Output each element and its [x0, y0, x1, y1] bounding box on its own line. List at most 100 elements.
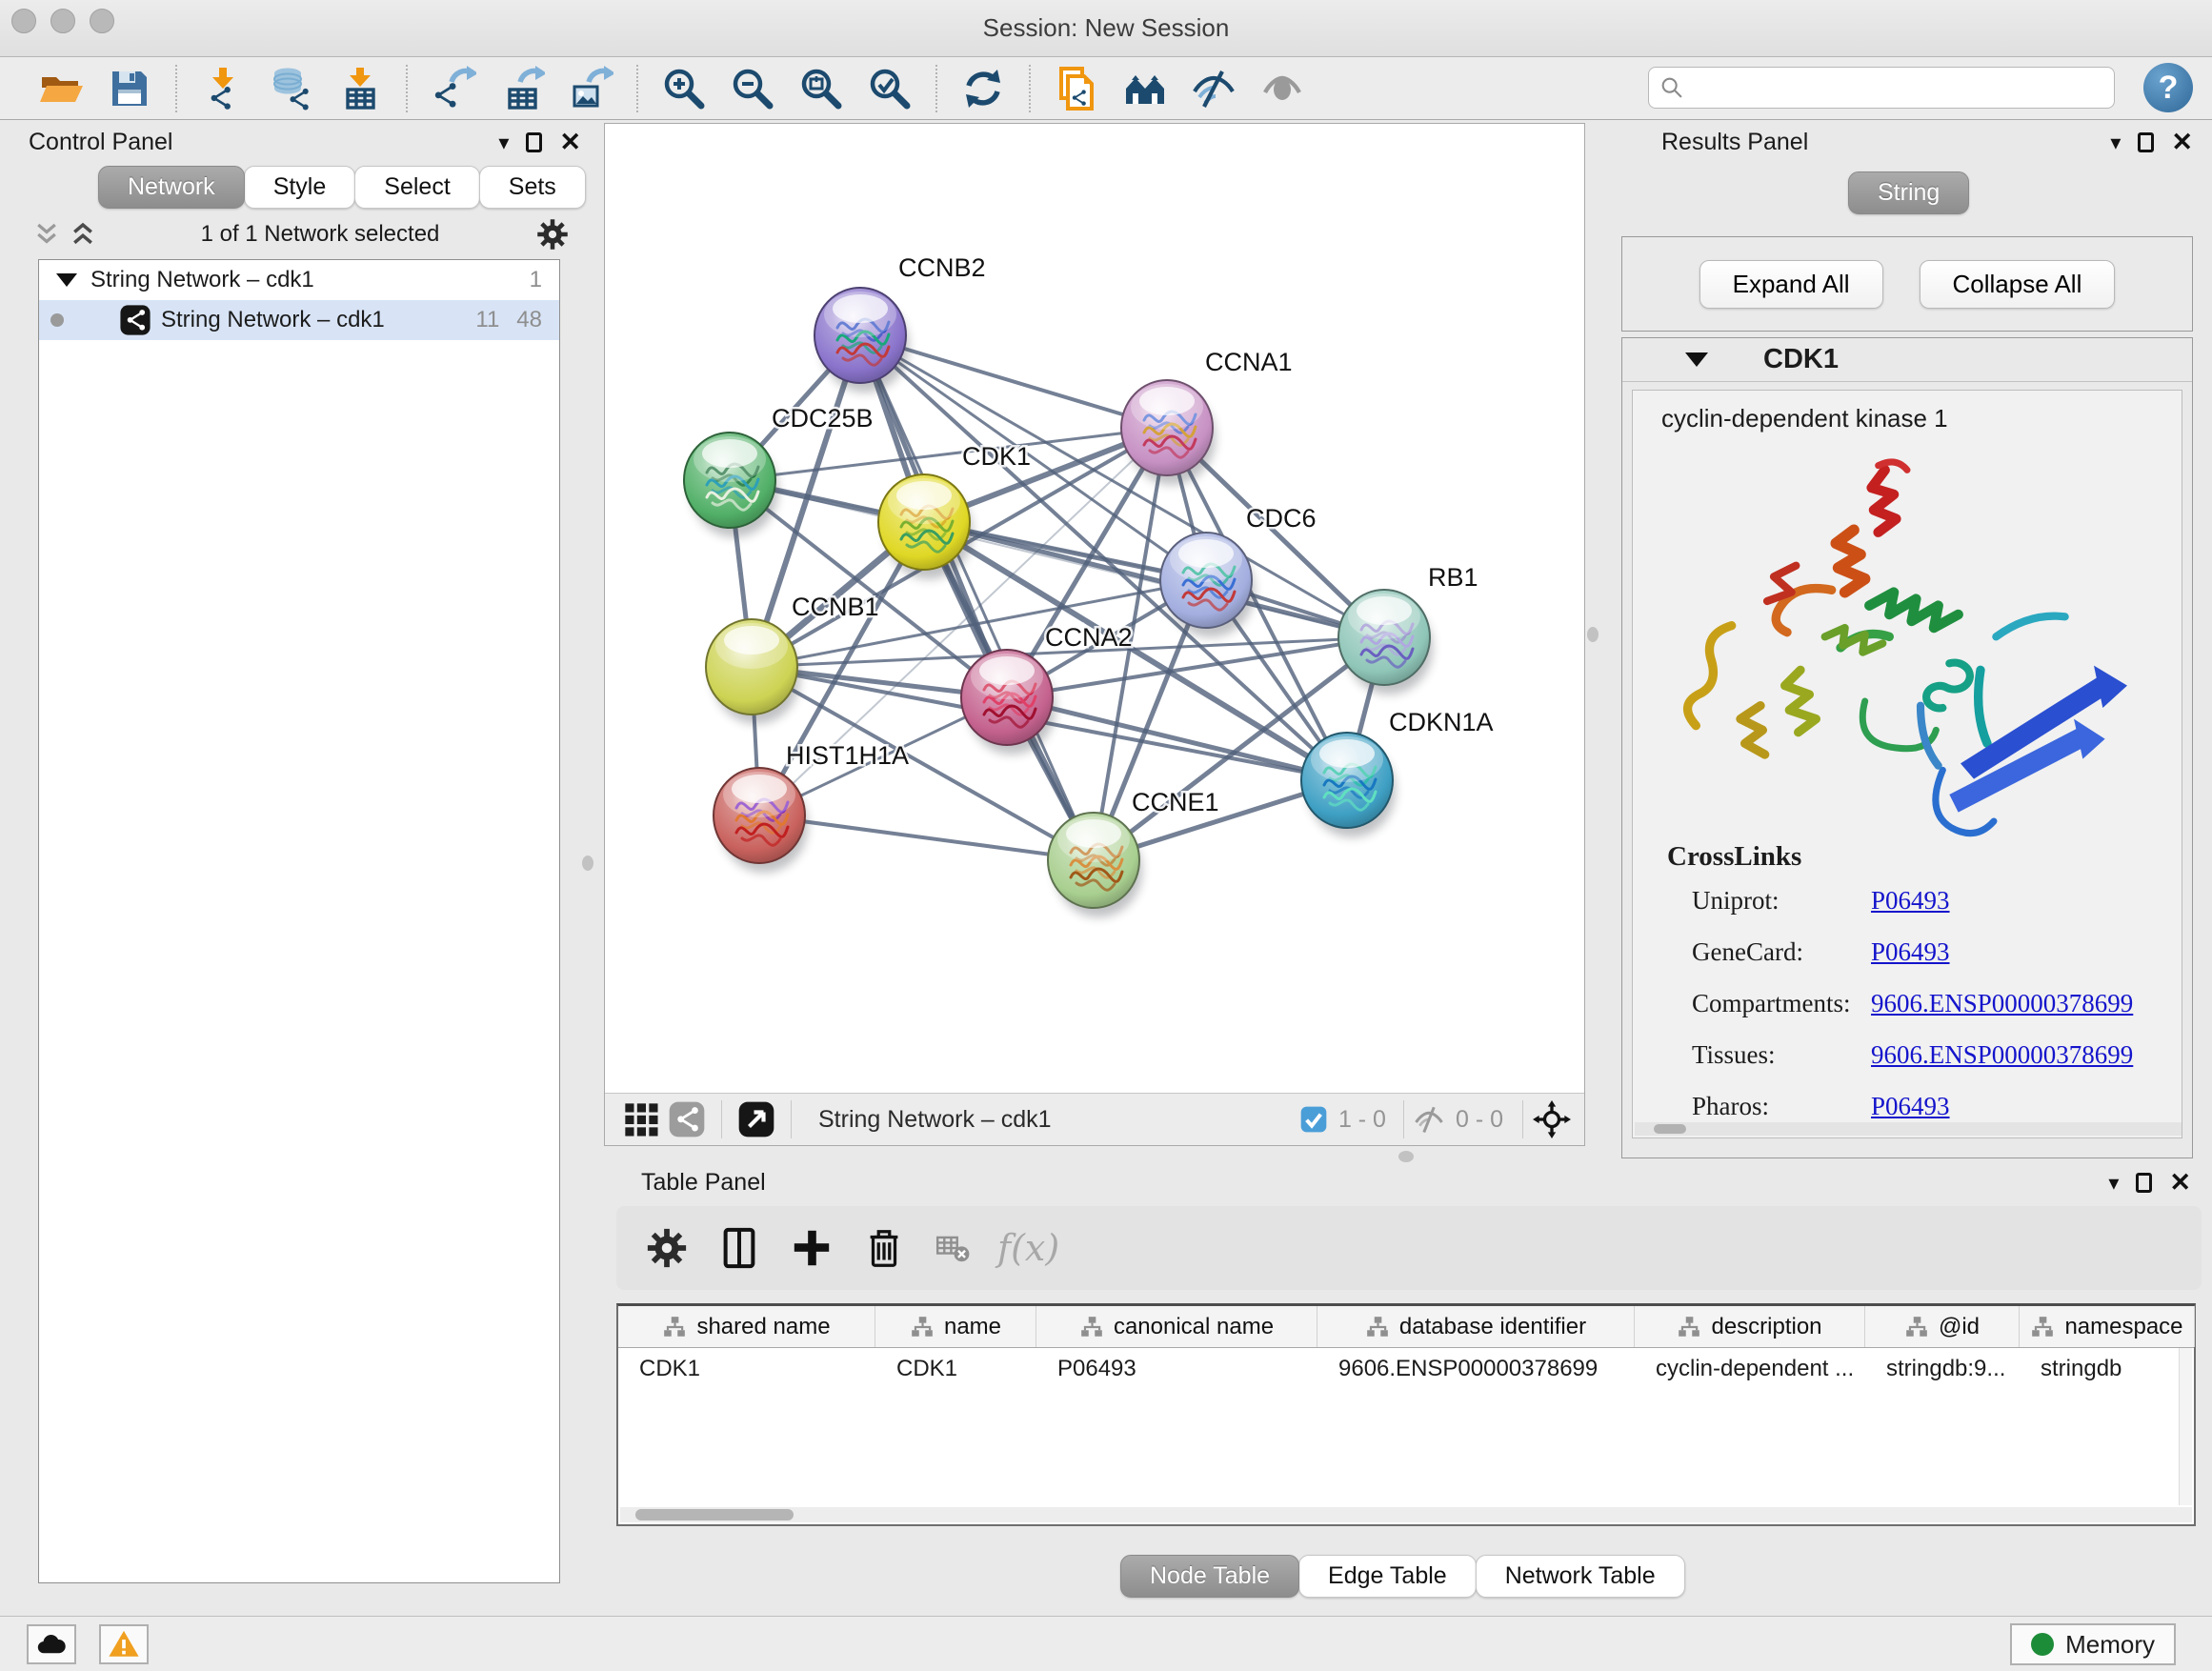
show-all-button[interactable]	[1248, 62, 1317, 115]
function-builder-icon[interactable]: f(x)	[997, 1227, 1059, 1269]
node-HIST1H1A[interactable]: HIST1H1A	[714, 741, 909, 873]
panel-menu-icon[interactable]: ▾	[2110, 131, 2121, 155]
table-horizontal-scrollbar[interactable]	[620, 1507, 2192, 1522]
selected-checkbox[interactable]	[1298, 1104, 1329, 1135]
crosslink-link[interactable]: P06493	[1871, 937, 1950, 967]
right-splitter-handle[interactable]	[1587, 627, 1599, 642]
panel-menu-icon[interactable]: ▾	[2108, 1171, 2119, 1196]
collapse-all-button[interactable]: Collapse All	[1920, 260, 2116, 309]
help-button[interactable]: ?	[2143, 63, 2193, 112]
first-neighbors-button[interactable]	[1111, 62, 1179, 115]
column-header-canonical-name[interactable]: canonical name	[1036, 1306, 1317, 1347]
import-database-button[interactable]	[257, 62, 326, 115]
import-network-button[interactable]	[189, 62, 257, 115]
column-header-@id[interactable]: @id	[1865, 1306, 2020, 1347]
save-session-button[interactable]	[95, 62, 164, 115]
crosshair-icon[interactable]	[1533, 1100, 1571, 1138]
export-table-button[interactable]	[488, 62, 556, 115]
export-network-button[interactable]	[419, 62, 488, 115]
tab-node-table[interactable]: Node Table	[1120, 1555, 1299, 1598]
export-image-button[interactable]	[556, 62, 625, 115]
delete-table-icon[interactable]	[935, 1230, 971, 1266]
crosslink-link[interactable]: P06493	[1871, 1092, 1950, 1121]
network-graph[interactable]: CCNB2CCNA1CDC25BCDK1CDC6RB1CCNB1CCNA2CDK…	[605, 124, 1584, 1093]
panel-float-icon[interactable]	[2138, 132, 2154, 152]
columns-icon[interactable]	[717, 1226, 761, 1270]
share-icon[interactable]	[668, 1100, 706, 1138]
column-header-name[interactable]: name	[875, 1306, 1036, 1347]
table-row[interactable]: CDK1CDK1P064939606.ENSP00000378699cyclin…	[618, 1348, 2194, 1390]
delete-column-icon[interactable]	[862, 1226, 906, 1270]
add-column-icon[interactable]	[790, 1226, 834, 1270]
panel-close-icon[interactable]: ✕	[559, 128, 581, 157]
network-row[interactable]: String Network – cdk1 11 48	[39, 300, 559, 340]
node-CCNB1[interactable]: CCNB1	[706, 593, 879, 724]
zoom-selected-button[interactable]	[855, 62, 924, 115]
node-CDKN1A[interactable]: CDKN1A	[1301, 708, 1494, 837]
panel-close-icon[interactable]: ✕	[2171, 128, 2193, 157]
grid-icon[interactable]	[622, 1100, 660, 1138]
column-header-label: database identifier	[1399, 1314, 1586, 1340]
show-all-icon	[1259, 66, 1305, 111]
tab-string[interactable]: String	[1848, 171, 1969, 214]
results-horizontal-scrollbar[interactable]	[1635, 1122, 2182, 1136]
search-input[interactable]	[1691, 74, 2104, 101]
column-header-shared-name[interactable]: shared name	[618, 1306, 875, 1347]
collapse-all-icon[interactable]	[32, 220, 61, 249]
expand-all-button[interactable]: Expand All	[1699, 260, 1883, 309]
hide-selected-icon	[1191, 66, 1237, 111]
namespace-tree-icon	[1365, 1315, 1390, 1339]
network-collection-row[interactable]: String Network – cdk1 1	[39, 260, 559, 300]
cloud-button[interactable]	[27, 1624, 76, 1664]
crosslink-link[interactable]: P06493	[1871, 886, 1950, 916]
node-label-CCNB1: CCNB1	[792, 593, 879, 621]
panel-float-icon[interactable]	[2136, 1173, 2152, 1193]
tab-sets[interactable]: Sets	[479, 166, 586, 209]
zoom-fit-button[interactable]	[787, 62, 855, 115]
import-table-button[interactable]	[326, 62, 394, 115]
open-in-window-icon[interactable]	[737, 1100, 775, 1138]
column-header-namespace[interactable]: namespace	[2020, 1306, 2195, 1347]
search-box[interactable]	[1648, 67, 2115, 109]
bottom-splitter-handle[interactable]	[1398, 1151, 1414, 1162]
collapse-protein-icon[interactable]	[1685, 352, 1708, 367]
zoom-in-button[interactable]	[650, 62, 718, 115]
tab-select[interactable]: Select	[354, 166, 479, 209]
node-count: 11	[475, 307, 499, 333]
network-canvas[interactable]: CCNB2CCNA1CDC25BCDK1CDC6RB1CCNB1CCNA2CDK…	[604, 123, 1585, 1146]
tab-network-table[interactable]: Network Table	[1476, 1555, 1685, 1598]
node-CCNB2[interactable]: CCNB2	[814, 253, 986, 393]
node-CDC6[interactable]: CDC6	[1160, 504, 1317, 637]
crosslink-link[interactable]: 9606.ENSP00000378699	[1871, 989, 2133, 1018]
save-session-icon	[107, 66, 152, 111]
hide-selected-button[interactable]	[1179, 62, 1248, 115]
node-CCNA1[interactable]: CCNA1	[1121, 348, 1293, 485]
node-CCNE1[interactable]: CCNE1	[1048, 788, 1219, 917]
tree-expander-icon[interactable]	[56, 273, 77, 287]
node-label-CCNB2: CCNB2	[898, 253, 986, 282]
column-header-description[interactable]: description	[1635, 1306, 1865, 1347]
panel-menu-icon[interactable]: ▾	[498, 131, 509, 155]
zoom-out-button[interactable]	[718, 62, 787, 115]
refresh-icon	[960, 66, 1006, 111]
open-session-button[interactable]	[27, 62, 95, 115]
crosslink-link[interactable]: 9606.ENSP00000378699	[1871, 1040, 2133, 1070]
network-options-gear-icon[interactable]	[535, 217, 570, 252]
table-vertical-scrollbar[interactable]	[2179, 1348, 2192, 1505]
warning-button[interactable]	[99, 1624, 149, 1664]
panel-float-icon[interactable]	[526, 132, 542, 152]
left-splitter-handle[interactable]	[582, 856, 593, 871]
protein-header-row[interactable]: CDK1	[1622, 338, 2192, 382]
gear-icon[interactable]	[645, 1226, 689, 1270]
column-header-database-identifier[interactable]: database identifier	[1317, 1306, 1635, 1347]
tab-network[interactable]: Network	[98, 166, 245, 209]
annotation-button[interactable]	[1042, 62, 1111, 115]
tab-edge-table[interactable]: Edge Table	[1298, 1555, 1477, 1598]
node-label-CCNA1: CCNA1	[1205, 348, 1293, 376]
expand-all-icon[interactable]	[69, 220, 97, 249]
panel-close-icon[interactable]: ✕	[2169, 1168, 2191, 1198]
tab-style[interactable]: Style	[244, 166, 356, 209]
node-RB1[interactable]: RB1	[1338, 563, 1478, 695]
memory-button[interactable]: Memory	[2010, 1623, 2176, 1665]
refresh-button[interactable]	[949, 62, 1017, 115]
